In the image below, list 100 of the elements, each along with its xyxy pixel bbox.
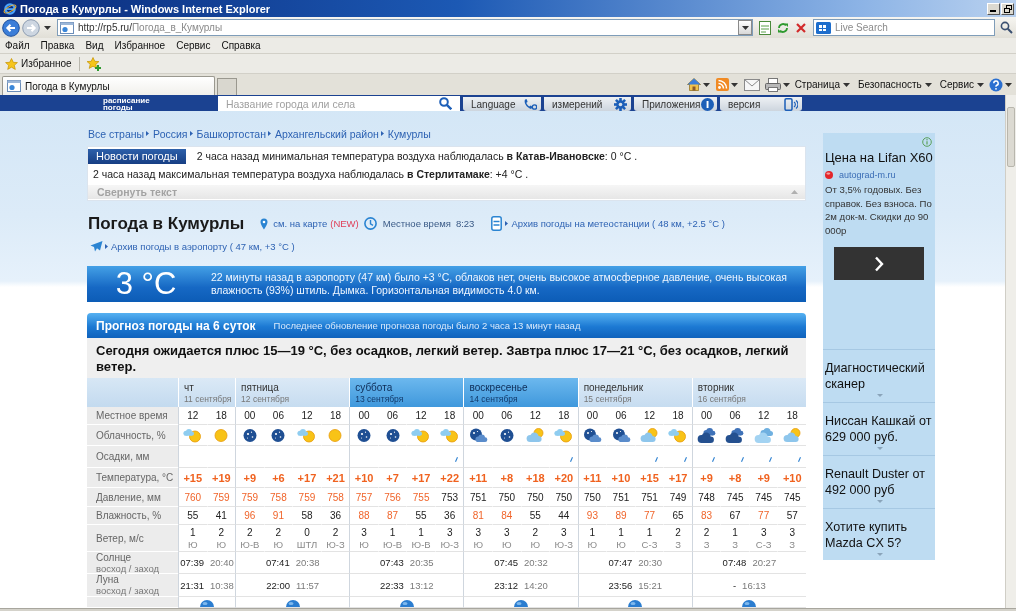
- day-name: чт: [184, 382, 194, 394]
- dropdown-button[interactable]: [738, 20, 752, 35]
- add-favorite-icon[interactable]: [85, 56, 102, 71]
- caret-up-icon: [791, 190, 798, 194]
- row-label: Ветер, м/с: [87, 525, 178, 552]
- print-icon[interactable]: [764, 77, 781, 92]
- refresh-icon[interactable]: [776, 20, 790, 35]
- header-button[interactable]: Приложения: [634, 97, 717, 111]
- header-button[interactable]: измерений: [544, 97, 631, 111]
- pressure-value: 756: [384, 491, 401, 503]
- moon-phase-icon: [628, 599, 643, 607]
- grid-icon: [816, 22, 831, 34]
- forecast-title: Прогноз погоды на 6 суток: [96, 318, 256, 333]
- moonset-time: 15:21: [638, 579, 662, 591]
- caret-icon: [44, 25, 51, 30]
- raindrop-icon: [798, 457, 801, 462]
- temperature-value: +9: [757, 471, 770, 484]
- forecast-updated: Последнее обновление прогноза погоды было 2 часа 13 минут назад: [273, 320, 581, 331]
- station-archive-link[interactable]: Архив погоды на метеостанции ( 48 км, +2.5 °C ): [511, 218, 725, 229]
- airport-archive-link[interactable]: Архив погоды в аэропорту ( 47 км, +3 °C ): [111, 240, 295, 252]
- home-icon[interactable]: [686, 78, 701, 91]
- humidity-value: 77: [758, 510, 770, 521]
- help-icon[interactable]: [989, 77, 1003, 92]
- city-search-field[interactable]: Название города или села: [218, 96, 460, 111]
- hour-label: 00: [358, 410, 370, 421]
- breadcrumb-link[interactable]: Все страны: [88, 127, 145, 140]
- ad-domain[interactable]: autograd-m.ru: [839, 170, 896, 180]
- menu-item[interactable]: Сервис: [176, 40, 211, 51]
- moonrise-time: 23:12: [494, 579, 519, 591]
- ad-link[interactable]: Диагностический сканер: [825, 360, 935, 392]
- menu-item[interactable]: Вид: [85, 40, 104, 51]
- day-date: 16 сентября: [697, 394, 746, 405]
- hour-label: 12: [415, 410, 427, 421]
- command-menu[interactable]: Сервис: [936, 79, 987, 90]
- moon-phase-icon: [399, 599, 414, 607]
- moon-phase-icon: [742, 599, 757, 607]
- temperature-value: +7: [386, 471, 399, 484]
- menu-item[interactable]: Файл: [5, 40, 30, 51]
- airplane-icon: [90, 240, 103, 252]
- ad-title[interactable]: Цена на Lifan X60: [825, 150, 935, 165]
- breadcrumb-link[interactable]: Архангельский район: [275, 127, 379, 140]
- search-icon[interactable]: [1000, 21, 1013, 34]
- address-field[interactable]: http://rp5.ru/Погода_в_Кумурлы: [57, 19, 753, 36]
- moonrise-time: 22:00: [266, 579, 290, 591]
- rss-icon[interactable]: [715, 78, 729, 91]
- back-icon[interactable]: [2, 18, 20, 37]
- row-label: Влажность, %: [87, 507, 178, 525]
- wind-speed: 3: [760, 525, 767, 539]
- raindrop-icon: [712, 457, 716, 462]
- wind-speed: 1: [418, 525, 424, 539]
- day-name: вторник: [697, 382, 734, 394]
- wind-direction: С-З: [641, 538, 658, 551]
- wind-direction: З: [703, 538, 710, 551]
- humidity-value: 55: [187, 510, 199, 521]
- favorites-button[interactable]: Избранное: [3, 57, 74, 70]
- header-button[interactable]: Language: [463, 97, 541, 111]
- page-icon[interactable]: [758, 20, 772, 35]
- hour-label: 12: [643, 410, 656, 421]
- header-button[interactable]: версия: [720, 97, 802, 111]
- caret-right-icon: [380, 131, 384, 136]
- hour-label: 12: [529, 410, 541, 421]
- vertical-scrollbar[interactable]: [1005, 95, 1016, 608]
- sun-cloud-icon: [552, 426, 575, 444]
- stop-icon[interactable]: [794, 20, 808, 35]
- pressure-value: 750: [498, 491, 516, 503]
- menu-item[interactable]: Избранное: [114, 40, 166, 51]
- day-date: 15 сентября: [583, 394, 632, 405]
- pressure-value: 759: [212, 491, 230, 503]
- humidity-value: 55: [415, 510, 427, 521]
- sunrise-time: 07:41: [265, 557, 290, 568]
- dark-clouds-icon: [695, 426, 718, 444]
- sunset-time: 20:30: [638, 557, 662, 568]
- browser-tab[interactable]: Погода в Кумурлы: [2, 76, 215, 95]
- breadcrumb-link[interactable]: Башкортостан: [196, 127, 266, 140]
- mail-icon[interactable]: [743, 78, 760, 91]
- humidity-value: 77: [643, 510, 656, 521]
- command-menu[interactable]: Страница: [791, 79, 853, 90]
- gear-icon: [614, 97, 627, 111]
- menu-item[interactable]: Правка: [40, 40, 75, 51]
- caret-down-icon: [877, 447, 883, 450]
- search-field[interactable]: Live Search: [813, 19, 995, 36]
- pressure-value: 748: [698, 491, 715, 503]
- menu-item[interactable]: Справка: [221, 40, 261, 51]
- ad-link[interactable]: Renault Duster от 492 000 руб: [825, 466, 935, 498]
- mobile-phone-icon: [784, 97, 798, 111]
- wind-speed: 2: [332, 525, 339, 539]
- ad-link[interactable]: Хотите купить Mazda CX 5?: [825, 519, 935, 551]
- caret-icon: [730, 82, 738, 87]
- command-menu[interactable]: Безопасность: [854, 79, 935, 90]
- ad-link[interactable]: Ниссан Кашкай от 629 000 руб.: [825, 413, 935, 445]
- humidity-value: 41: [215, 510, 227, 521]
- map-link[interactable]: см. на карте: [273, 218, 328, 229]
- wind-direction: Ю: [216, 538, 227, 551]
- restore-button[interactable]: [1001, 2, 1014, 15]
- moonrise-time: 21:31: [180, 579, 205, 591]
- caret-icon: [924, 82, 932, 87]
- wind-direction: Ю-З: [554, 538, 574, 551]
- breadcrumb-link[interactable]: Россия: [153, 127, 188, 140]
- minimize-button[interactable]: [987, 2, 1000, 15]
- breadcrumb-link[interactable]: Кумурлы: [387, 127, 431, 140]
